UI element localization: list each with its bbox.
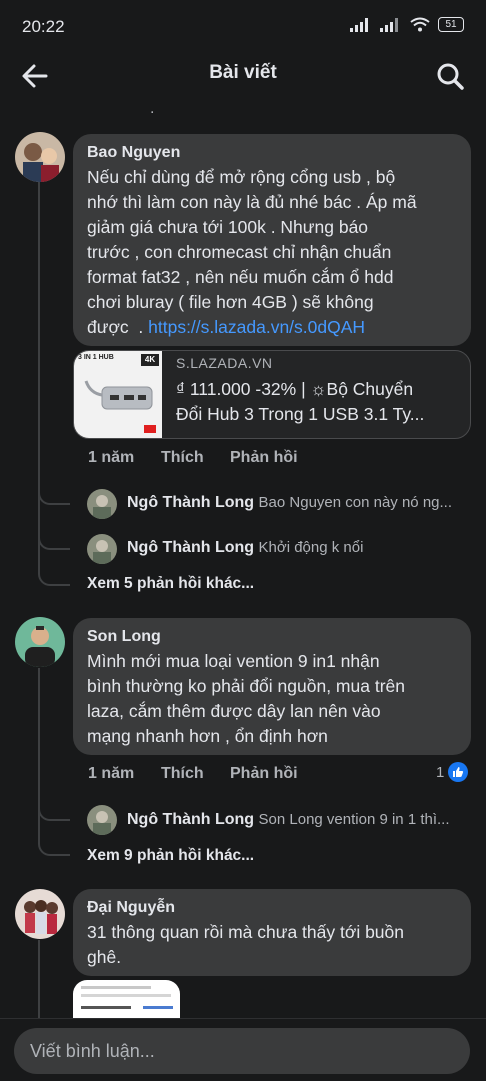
avatar-image	[87, 489, 117, 519]
reply-text: Khởi động k nổi	[258, 539, 364, 556]
view-more-replies[interactable]: Xem 5 phản hồi khác...	[87, 575, 254, 593]
like-button[interactable]: Thích	[161, 765, 204, 783]
comment-author[interactable]: Đại Nguyễn	[87, 899, 175, 917]
comment-link[interactable]: https://s.lazada.vn/s.0dQAH	[148, 317, 365, 337]
comment-composer-bar: Viết bình luận...	[0, 1018, 486, 1081]
reply-text: Bao Nguyen con này nó ng...	[258, 494, 453, 511]
status-time: 20:22	[22, 17, 65, 36]
comment-line: Nếu chỉ dùng để mở rộng cổng usb , bộ	[87, 167, 396, 187]
comment-line: 31 thông quan rồi mà chưa thấy tới buồn	[87, 922, 405, 942]
comment-text: Nếu chỉ dùng để mở rộng cổng usb , bộ nh…	[87, 165, 467, 340]
comment-line: Mình mới mua loại vention 9 in1 nhận	[87, 651, 380, 671]
view-more-replies[interactable]: Xem 9 phản hồi khác...	[87, 847, 254, 865]
search-icon	[437, 63, 464, 90]
avatar-image	[15, 617, 65, 667]
link-preview-title-line: ₫ 111.000 -32% | ☼Bộ Chuyển	[176, 379, 414, 399]
status-icons: 51	[350, 17, 464, 32]
reaction-summary[interactable]: 1	[436, 762, 469, 782]
signal-icon-2	[380, 17, 398, 32]
reply-author[interactable]: Ngô Thành Long	[127, 811, 254, 828]
avatar-ngo-thanh-long[interactable]	[87, 489, 117, 519]
avatar-ngo-thanh-long[interactable]	[87, 805, 117, 835]
status-bar: 20:22 51	[0, 0, 486, 50]
thread-branch	[38, 840, 70, 856]
attachment-line	[81, 986, 151, 989]
link-preview-domain: S.LAZADA.VN	[176, 355, 273, 371]
comment-line: trước , con chromecast chỉ nhận chuẩn	[87, 242, 392, 262]
comment-text: Mình mới mua loại vention 9 in1 nhận bìn…	[87, 649, 467, 749]
header: Bài viết	[0, 50, 486, 100]
attachment-line	[81, 1006, 131, 1009]
reply-item[interactable]: Ngô Thành Long Son Long vention 9 in 1 t…	[127, 811, 450, 829]
avatar-image	[87, 534, 117, 564]
comment-line-prefix: được .	[87, 317, 149, 337]
link-preview-title: ₫ 111.000 -32% | ☼Bộ Chuyển Đổi Hub 3 Tr…	[176, 377, 424, 427]
comment-line: giảm giá chưa tới 100k . Nhưng báo	[87, 217, 369, 237]
thread-branch	[38, 805, 70, 821]
avatar-dai-nguyen[interactable]	[15, 889, 65, 939]
page-title: Bài viết	[209, 62, 277, 83]
reply-button[interactable]: Phản hồi	[230, 449, 298, 467]
like-button[interactable]: Thích	[161, 449, 204, 467]
comment-line: laza, cắm thêm được dây lan nên vào	[87, 701, 381, 721]
comment-input[interactable]: Viết bình luận...	[14, 1028, 470, 1074]
avatar-image	[15, 132, 65, 182]
signal-icon	[350, 17, 368, 32]
like-reaction-icon	[448, 762, 469, 782]
reply-button[interactable]: Phản hồi	[230, 765, 298, 783]
comment-time: 1 năm	[88, 765, 135, 782]
search-button[interactable]	[432, 58, 468, 94]
comment-image-attachment[interactable]	[73, 980, 180, 1020]
avatar-son-long[interactable]	[15, 617, 65, 667]
thread-branch	[38, 489, 70, 505]
comment-author[interactable]: Bao Nguyen	[87, 144, 180, 162]
avatar-ngo-thanh-long[interactable]	[87, 534, 117, 564]
attachment-line	[81, 994, 171, 997]
link-preview-title-line: Đổi Hub 3 Trong 1 USB 3.1 Ty...	[176, 404, 425, 424]
thread-branch	[38, 570, 70, 586]
usb-hub-product-icon	[84, 380, 153, 410]
wifi-icon	[410, 17, 430, 32]
comment-line: ghê.	[87, 947, 122, 967]
thumb-4k-badge: 4K	[141, 354, 159, 366]
link-preview-thumbnail: 3 IN 1 HUB 4K	[74, 351, 162, 438]
battery-icon: 51	[438, 17, 464, 32]
comment-bubble[interactable]: Bao Nguyen Nếu chỉ dùng để mở rộng cổng …	[73, 134, 471, 346]
comment-bubble[interactable]: Son Long Mình mới mua loại vention 9 in1…	[73, 618, 471, 755]
avatar-image	[15, 889, 65, 939]
thread-branch	[38, 534, 70, 550]
thread-line	[38, 940, 40, 1018]
reply-text: Son Long vention 9 in 1 thì...	[258, 811, 450, 828]
reply-item[interactable]: Ngô Thành Long Khởi động k nổi	[127, 539, 363, 557]
comment-author[interactable]: Son Long	[87, 628, 161, 646]
comment-line: được . https://s.lazada.vn/s.0dQAH	[87, 315, 467, 340]
link-preview-card[interactable]: 3 IN 1 HUB 4K S.LAZADA.VN ₫ 111.000 -32%…	[73, 350, 471, 439]
brand-mark	[144, 425, 156, 433]
comment-line: format fat32 , nên nếu muốn cắm ổ hdd	[87, 267, 394, 287]
truncated-text-fragment: .	[150, 100, 155, 117]
reply-item[interactable]: Ngô Thành Long Bao Nguyen con này nó ng.…	[127, 494, 452, 512]
comment-line: bình thường ko phải đổi nguồn, mua trên	[87, 676, 405, 696]
comment-text: 31 thông quan rồi mà chưa thấy tới buồn …	[87, 920, 467, 970]
attachment-line	[143, 1006, 173, 1009]
comment-line: mạng nhanh hơn , ổn định hơn	[87, 726, 328, 746]
avatar-image	[87, 805, 117, 835]
avatar-bao-nguyen[interactable]	[15, 132, 65, 182]
comment-bubble[interactable]: Đại Nguyễn 31 thông quan rồi mà chưa thấ…	[73, 889, 471, 976]
reply-author[interactable]: Ngô Thành Long	[127, 494, 254, 511]
comment-line: chơi bluray ( file hơn 4GB ) sẽ không	[87, 292, 374, 312]
thumb-label: 3 IN 1 HUB	[78, 354, 114, 361]
comment-time: 1 năm	[88, 449, 135, 466]
comment-line: nhớ thì làm con này là đủ nhé bác . Áp m…	[87, 192, 417, 212]
reply-author[interactable]: Ngô Thành Long	[127, 539, 254, 556]
reaction-count: 1	[436, 763, 445, 781]
thread-line	[38, 182, 40, 570]
